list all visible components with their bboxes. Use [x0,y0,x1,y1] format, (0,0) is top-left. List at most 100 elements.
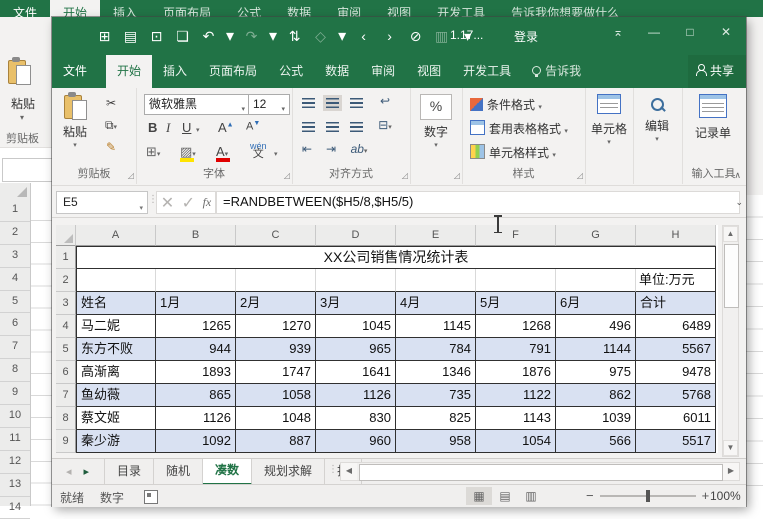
orientation-button[interactable]: ab▾ [350,142,368,156]
table-header-cell[interactable]: 6月 [556,292,636,315]
background-row-header[interactable]: 4 [0,268,30,291]
value-cell[interactable]: 1122 [476,384,556,407]
value-cell[interactable]: 1144 [556,338,636,361]
normal-view-icon[interactable]: ▦ [466,487,492,505]
value-cell[interactable]: 965 [316,338,396,361]
value-cell[interactable]: 1092 [156,430,236,453]
value-cell[interactable]: 1268 [476,315,556,338]
column-header-F[interactable]: F [476,225,556,246]
tab-开发工具[interactable]: 开发工具 [452,55,522,88]
dialog-launcher-icon[interactable]: ◿ [454,171,460,180]
empty-cell[interactable] [156,269,236,292]
chevron-down-icon[interactable]: ▾ [274,150,278,158]
name-cell[interactable]: 鱼幼薇 [76,384,156,407]
sheet-tab-随机[interactable]: 随机 [154,459,204,485]
column-header-H[interactable]: H [636,225,716,246]
row-header-8[interactable]: 8 [56,407,76,430]
top-align-button[interactable] [302,98,315,108]
increase-font-size-button[interactable]: A▲ [218,120,234,135]
vertical-scroll-thumb[interactable] [724,244,739,308]
previous-sheet-icon[interactable]: ◂ [66,466,84,478]
sheet-tab-目录[interactable]: 目录 [104,459,155,485]
scroll-right-icon[interactable]: ▶ [723,463,739,480]
vertical-scrollbar[interactable]: ▲ ▼ [722,225,739,457]
borders-button[interactable]: ⊞▾ [146,144,160,160]
conditional-formatting-button[interactable]: 条件格式 ▾ [470,96,542,113]
unit-note-cell[interactable]: 单位:万元 [636,269,716,292]
background-row-headers[interactable]: 1 2 3 4 5 6 7 8 9 10 11 12 13 14 [0,199,31,519]
dialog-launcher-icon[interactable]: ◿ [402,171,408,180]
enter-icon[interactable]: ✓ [182,193,195,213]
background-name-box[interactable] [2,158,53,182]
tab-文件[interactable]: 文件 [52,55,99,88]
page-layout-view-icon[interactable]: ▤ [492,487,518,505]
value-cell[interactable]: 1058 [236,384,316,407]
share-button[interactable]: 共享 [687,55,746,88]
delete-comment-icon[interactable]: ⊘ [407,28,424,45]
value-cell[interactable]: 1045 [316,315,396,338]
paste-button[interactable]: 粘贴 ▾ [58,92,92,149]
background-tab-插入[interactable]: 插入 [100,0,150,17]
background-tab-file[interactable]: 文件 [0,0,51,17]
value-cell[interactable]: 1126 [156,407,236,430]
background-row-header[interactable]: 14 [0,497,30,519]
value-cell[interactable]: 1143 [476,407,556,430]
table-title-cell[interactable]: XX公司销售情况统计表 [76,246,716,269]
total-cell[interactable]: 5567 [636,338,716,361]
value-cell[interactable]: 1346 [396,361,476,384]
value-cell[interactable]: 1265 [156,315,236,338]
middle-align-button[interactable] [323,95,342,111]
insert-function-icon[interactable]: fx [203,195,212,210]
background-row-header[interactable]: 2 [0,222,30,245]
dialog-launcher-icon[interactable]: ◿ [128,171,134,180]
font-color-button[interactable]: A▾ [216,144,228,159]
row-header-1[interactable]: 1 [56,246,76,269]
value-cell[interactable]: 1145 [396,315,476,338]
cancel-icon[interactable]: ✕ [161,193,174,213]
row-header-7[interactable]: 7 [56,384,76,407]
background-row-header[interactable]: 5 [0,291,30,314]
chevron-down-icon[interactable]: ▾ [20,113,24,122]
cell-styles-button[interactable]: 单元格样式 ▾ [470,144,556,161]
save-icon[interactable]: ▤ [122,28,139,45]
minimize-icon[interactable]: — [636,17,672,47]
value-cell[interactable]: 566 [556,430,636,453]
table-header-cell[interactable]: 1月 [156,292,236,315]
empty-cell[interactable] [316,269,396,292]
paste-button[interactable]: 粘贴 [11,95,35,112]
close-icon[interactable]: ✕ [708,17,744,47]
column-header-A[interactable]: A [76,225,156,246]
cut-icon[interactable]: ✂ [102,96,120,110]
background-row-header[interactable]: 11 [0,428,30,451]
bottom-align-button[interactable] [350,98,363,108]
tab-页面布局[interactable]: 页面布局 [198,55,268,88]
table-header-cell[interactable]: 5月 [476,292,556,315]
value-cell[interactable]: 939 [236,338,316,361]
name-box[interactable]: E5 ▾ [56,191,148,214]
sort-ascending-icon[interactable]: ⇅ [286,28,303,45]
tab-开始[interactable]: 开始 [106,55,153,88]
copy-icon[interactable]: ⧉▾ [102,118,120,133]
value-cell[interactable]: 960 [316,430,396,453]
column-header-E[interactable]: E [396,225,476,246]
align-left-button[interactable] [302,122,315,132]
number-format-button[interactable]: % 数字 ▾ [418,94,454,149]
align-center-button[interactable] [326,122,339,132]
value-cell[interactable]: 496 [556,315,636,338]
name-cell[interactable]: 马二妮 [76,315,156,338]
sheet-tab-规划求解[interactable]: 规划求解 [252,459,326,485]
background-tab-公式[interactable]: 公式 [224,0,274,17]
font-name-select[interactable]: ▾ 微软雅黑 [144,94,250,115]
zoom-slider[interactable] [599,489,696,502]
horizontal-scroll-thumb[interactable] [359,464,723,481]
bold-button[interactable]: B [148,120,157,135]
row-header-4[interactable]: 4 [56,315,76,338]
empty-cell[interactable] [396,269,476,292]
sign-in-button[interactable]: 登录 [514,28,538,45]
redo-icon[interactable]: ↷ [243,28,260,45]
sheet-tab-凑数[interactable]: 凑数 [203,459,253,485]
table-header-cell[interactable]: 合计 [636,292,716,315]
tab-数据[interactable]: 数据 [314,55,360,88]
row-header-6[interactable]: 6 [56,361,76,384]
background-row-header[interactable]: 7 [0,336,30,360]
